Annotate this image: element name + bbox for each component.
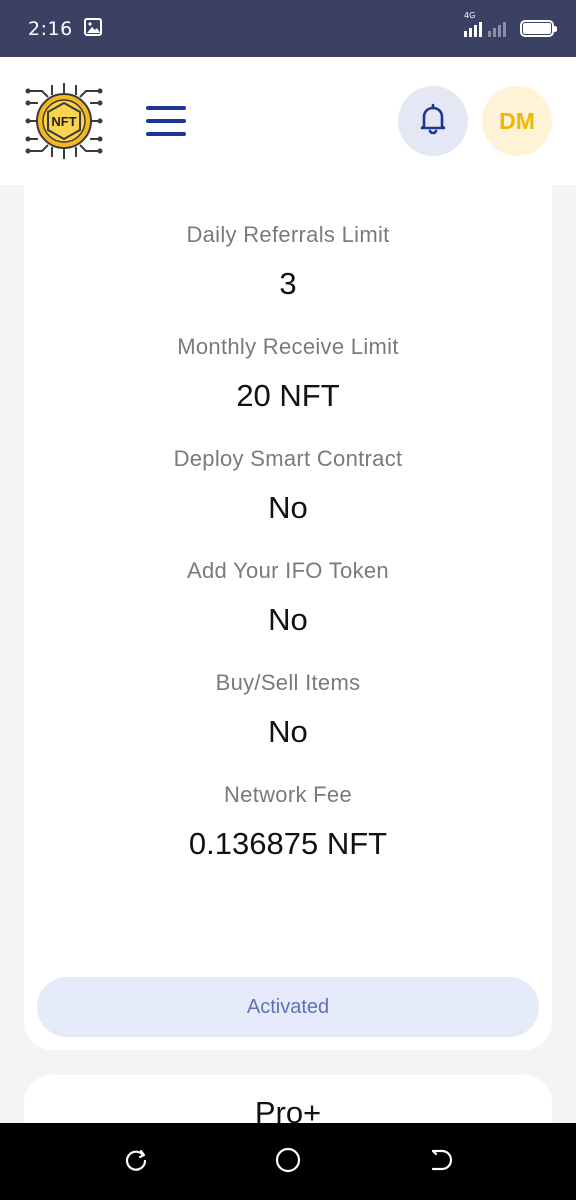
feature-value: 0.136875 NFT: [188, 826, 388, 861]
bell-icon: [415, 101, 451, 141]
home-button[interactable]: [268, 1142, 308, 1182]
feature-value: No: [268, 602, 308, 637]
logo-text: NFT: [51, 114, 76, 129]
feature-label: Buy/Sell Items: [215, 670, 361, 695]
feature-label: Daily Referrals Limit: [186, 222, 390, 247]
status-right: 4G: [462, 11, 557, 39]
signal-icon: 4G: [462, 11, 508, 39]
plan-feature: Deploy Smart Contract No: [24, 446, 552, 526]
plan-feature: Monthly Receive Limit 20 NFT: [24, 334, 552, 414]
feature-label: Monthly Receive Limit: [177, 334, 399, 359]
back-icon: [427, 1147, 453, 1177]
menu-line-icon: [146, 106, 186, 110]
feature-label: Deploy Smart Contract: [173, 446, 403, 471]
system-navigation-bar: [0, 1123, 576, 1200]
nft-logo[interactable]: NFT: [24, 81, 104, 161]
user-avatar[interactable]: DM: [482, 86, 552, 156]
menu-line-icon: [146, 132, 186, 136]
plan-feature: Network Fee 0.136875 NFT: [24, 782, 552, 862]
notifications-button[interactable]: [398, 86, 468, 156]
plan-feature-list: Daily Referrals Limit 3 Monthly Receive …: [24, 185, 552, 862]
status-left: 2:16: [28, 17, 103, 41]
home-circle-icon: [274, 1146, 302, 1178]
plan-feature: Buy/Sell Items No: [24, 670, 552, 750]
battery-icon: [520, 20, 557, 37]
activated-button[interactable]: Activated: [37, 977, 539, 1037]
feature-value: No: [268, 714, 308, 749]
header-right: DM: [398, 86, 552, 156]
plan-feature: Add Your IFO Token No: [24, 558, 552, 638]
app-header: NFT DM: [0, 57, 576, 185]
gallery-notification-icon: [83, 17, 103, 41]
header-left: NFT: [24, 81, 188, 161]
feature-label: Add Your IFO Token: [187, 558, 389, 583]
feature-value: 3: [279, 266, 297, 301]
network-type-label: 4G: [464, 10, 476, 20]
recent-apps-icon: [123, 1147, 149, 1177]
feature-value: 20 NFT: [236, 378, 340, 413]
plan-card: Daily Referrals Limit 3 Monthly Receive …: [24, 185, 552, 1050]
hamburger-menu-button[interactable]: [144, 101, 188, 141]
plan-feature: Daily Referrals Limit 3: [24, 222, 552, 302]
battery-level: [523, 23, 551, 34]
feature-value: No: [268, 490, 308, 525]
back-button[interactable]: [420, 1142, 460, 1182]
status-time: 2:16: [28, 17, 73, 40]
menu-line-icon: [146, 119, 186, 123]
recent-apps-button[interactable]: [116, 1142, 156, 1182]
status-bar: 2:16 4G: [0, 0, 576, 57]
feature-label: Network Fee: [223, 782, 352, 807]
